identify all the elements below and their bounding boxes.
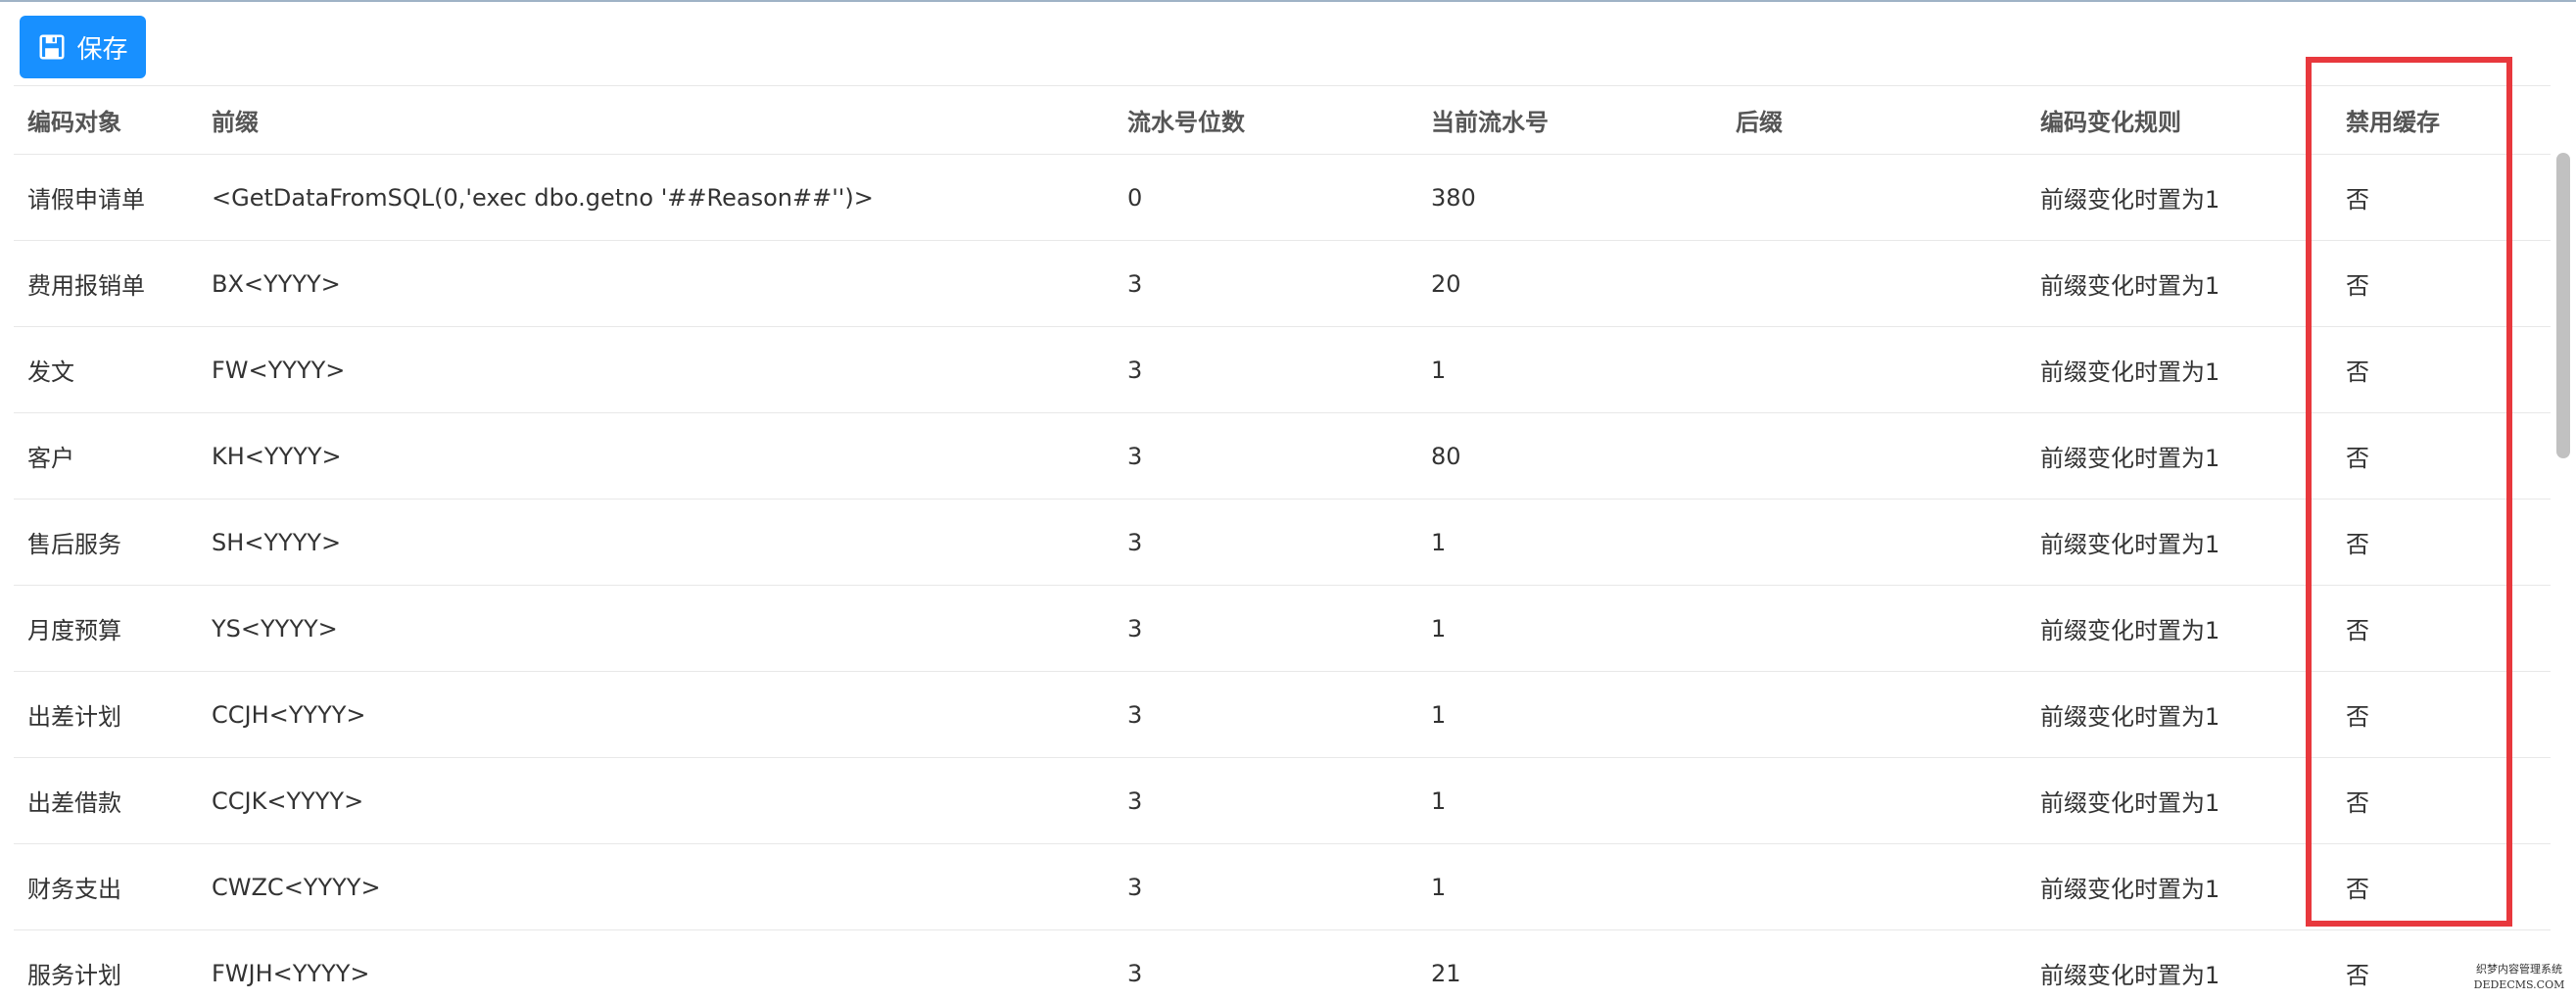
save-button-label: 保存 <box>76 33 128 64</box>
cell-serial-digits: 3 <box>1114 843 1417 930</box>
cell-suffix <box>1722 240 2027 327</box>
cell-suffix <box>1722 326 2027 413</box>
code-rules-table-wrapper: 编码对象 前缀 流水号位数 当前流水号 后缀 编码变化规则 禁用缓存 请假申请单 <GetDa… <box>14 85 2551 1000</box>
cell-prefix: CWZC<YYYY> <box>198 843 1114 930</box>
cell-serial-digits: 0 <box>1114 154 1417 241</box>
table-row[interactable]: 客户 KH<YYYY> 3 80 前缀变化时置为1 否 <box>14 412 2551 500</box>
cell-change-rule: 前缀变化时置为1 <box>2027 671 2332 758</box>
column-header-suffix[interactable]: 后缀 <box>1722 85 2027 155</box>
cell-current-serial: 20 <box>1417 240 1722 327</box>
cell-suffix <box>1722 929 2027 1000</box>
cell-disable-cache: 否 <box>2332 671 2551 758</box>
table-header: 编码对象 前缀 流水号位数 当前流水号 后缀 编码变化规则 禁用缓存 <box>14 85 2551 155</box>
cell-serial-digits: 3 <box>1114 929 1417 1000</box>
cell-prefix: FWJH<YYYY> <box>198 929 1114 1000</box>
cell-disable-cache: 否 <box>2332 843 2551 930</box>
cell-code-object: 出差计划 <box>14 671 198 758</box>
save-button[interactable]: 保存 <box>20 16 146 78</box>
cell-code-object: 月度预算 <box>14 585 198 672</box>
cell-serial-digits: 3 <box>1114 240 1417 327</box>
table-row[interactable]: 发文 FW<YYYY> 3 1 前缀变化时置为1 否 <box>14 326 2551 413</box>
cell-change-rule: 前缀变化时置为1 <box>2027 412 2332 500</box>
cell-current-serial: 1 <box>1417 326 1722 413</box>
column-header-serial-digits[interactable]: 流水号位数 <box>1114 85 1417 155</box>
cell-suffix <box>1722 154 2027 241</box>
toolbar: 保存 <box>0 2 2576 85</box>
cell-prefix: CCJK<YYYY> <box>198 757 1114 844</box>
cell-disable-cache: 否 <box>2332 412 2551 500</box>
cell-prefix: <GetDataFromSQL(0,'exec dbo.getno '##Rea… <box>198 154 1114 241</box>
column-header-prefix[interactable]: 前缀 <box>198 85 1114 155</box>
cell-change-rule: 前缀变化时置为1 <box>2027 757 2332 844</box>
cell-prefix: CCJH<YYYY> <box>198 671 1114 758</box>
cell-code-object: 财务支出 <box>14 843 198 930</box>
cell-current-serial: 1 <box>1417 757 1722 844</box>
cell-serial-digits: 3 <box>1114 671 1417 758</box>
cell-suffix <box>1722 412 2027 500</box>
column-header-current-serial[interactable]: 当前流水号 <box>1417 85 1722 155</box>
cell-change-rule: 前缀变化时置为1 <box>2027 240 2332 327</box>
cell-code-object: 售后服务 <box>14 499 198 586</box>
cell-disable-cache: 否 <box>2332 585 2551 672</box>
cell-current-serial: 80 <box>1417 412 1722 500</box>
cell-current-serial: 1 <box>1417 671 1722 758</box>
table-row[interactable]: 服务计划 FWJH<YYYY> 3 21 前缀变化时置为1 否 <box>14 929 2551 1000</box>
table-row[interactable]: 费用报销单 BX<YYYY> 3 20 前缀变化时置为1 否 <box>14 240 2551 327</box>
cell-serial-digits: 3 <box>1114 499 1417 586</box>
cell-prefix: BX<YYYY> <box>198 240 1114 327</box>
floppy-disk-icon <box>37 32 67 62</box>
column-header-code-object[interactable]: 编码对象 <box>14 85 198 155</box>
cell-code-object: 服务计划 <box>14 929 198 1000</box>
cell-prefix: KH<YYYY> <box>198 412 1114 500</box>
cell-disable-cache: 否 <box>2332 240 2551 327</box>
table-row[interactable]: 售后服务 SH<YYYY> 3 1 前缀变化时置为1 否 <box>14 499 2551 586</box>
cell-disable-cache: 否 <box>2332 499 2551 586</box>
watermark-logo: 织梦内容管理系统 DEDECMS.COM <box>2466 962 2572 995</box>
cell-serial-digits: 3 <box>1114 412 1417 500</box>
cell-current-serial: 1 <box>1417 585 1722 672</box>
table-row[interactable]: 出差借款 CCJK<YYYY> 3 1 前缀变化时置为1 否 <box>14 757 2551 844</box>
cell-change-rule: 前缀变化时置为1 <box>2027 499 2332 586</box>
cell-current-serial: 21 <box>1417 929 1722 1000</box>
cell-serial-digits: 3 <box>1114 585 1417 672</box>
cell-current-serial: 380 <box>1417 154 1722 241</box>
cell-code-object: 客户 <box>14 412 198 500</box>
cell-disable-cache: 否 <box>2332 326 2551 413</box>
cell-prefix: SH<YYYY> <box>198 499 1114 586</box>
cell-code-object: 请假申请单 <box>14 154 198 241</box>
cell-suffix <box>1722 757 2027 844</box>
cell-change-rule: 前缀变化时置为1 <box>2027 585 2332 672</box>
watermark-line2: DEDECMS.COM <box>2473 978 2565 991</box>
cell-suffix <box>1722 585 2027 672</box>
cell-disable-cache: 否 <box>2332 757 2551 844</box>
cell-prefix: FW<YYYY> <box>198 326 1114 413</box>
cell-change-rule: 前缀变化时置为1 <box>2027 929 2332 1000</box>
column-header-disable-cache[interactable]: 禁用缓存 <box>2332 85 2551 155</box>
cell-code-object: 出差借款 <box>14 757 198 844</box>
code-rules-table: 编码对象 前缀 流水号位数 当前流水号 后缀 编码变化规则 禁用缓存 请假申请单 <GetDa… <box>14 85 2551 1000</box>
cell-serial-digits: 3 <box>1114 326 1417 413</box>
cell-suffix <box>1722 499 2027 586</box>
cell-change-rule: 前缀变化时置为1 <box>2027 154 2332 241</box>
cell-prefix: YS<YYYY> <box>198 585 1114 672</box>
cell-suffix <box>1722 671 2027 758</box>
cell-code-object: 费用报销单 <box>14 240 198 327</box>
cell-current-serial: 1 <box>1417 843 1722 930</box>
cell-disable-cache: 否 <box>2332 154 2551 241</box>
cell-serial-digits: 3 <box>1114 757 1417 844</box>
cell-change-rule: 前缀变化时置为1 <box>2027 326 2332 413</box>
cell-change-rule: 前缀变化时置为1 <box>2027 843 2332 930</box>
table-header-row: 编码对象 前缀 流水号位数 当前流水号 后缀 编码变化规则 禁用缓存 <box>14 85 2551 155</box>
cell-suffix <box>1722 843 2027 930</box>
cell-code-object: 发文 <box>14 326 198 413</box>
table-body: 请假申请单 <GetDataFromSQL(0,'exec dbo.getno '… <box>14 154 2551 1000</box>
watermark-line1: 织梦内容管理系统 <box>2476 963 2562 976</box>
vertical-scrollbar-thumb[interactable] <box>2556 153 2570 458</box>
table-row[interactable]: 出差计划 CCJH<YYYY> 3 1 前缀变化时置为1 否 <box>14 671 2551 758</box>
table-row[interactable]: 请假申请单 <GetDataFromSQL(0,'exec dbo.getno '… <box>14 154 2551 241</box>
cell-current-serial: 1 <box>1417 499 1722 586</box>
table-row[interactable]: 财务支出 CWZC<YYYY> 3 1 前缀变化时置为1 否 <box>14 843 2551 930</box>
table-row[interactable]: 月度预算 YS<YYYY> 3 1 前缀变化时置为1 否 <box>14 585 2551 672</box>
column-header-change-rule[interactable]: 编码变化规则 <box>2027 85 2332 155</box>
